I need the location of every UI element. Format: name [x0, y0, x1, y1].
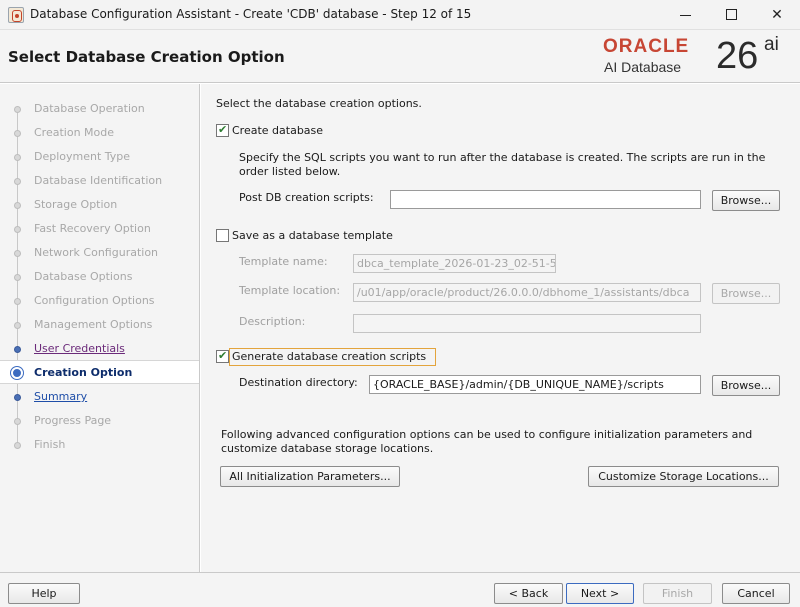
window-title: Database Configuration Assistant - Creat… — [30, 7, 472, 21]
close-button[interactable]: ✕ — [754, 0, 800, 30]
template-name-label: Template name: — [239, 255, 328, 268]
generate-scripts-label: Generate database creation scripts — [232, 350, 427, 363]
nav-step-label: Storage Option — [34, 198, 118, 211]
step-indicator-icon — [14, 274, 21, 281]
app-icon — [8, 7, 24, 23]
nav-step-label: Creation Mode — [34, 126, 115, 139]
nav-step-network-configuration: Network Configuration — [0, 241, 199, 265]
step-indicator-icon — [14, 418, 21, 425]
product-name: AI Database — [604, 59, 682, 75]
nav-step-label: Fast Recovery Option — [34, 222, 151, 235]
nav-step-label: Database Identification — [34, 174, 163, 187]
step-indicator-icon — [14, 394, 21, 401]
close-icon: ✕ — [771, 7, 783, 23]
nav-step-label: Summary — [34, 390, 88, 403]
wizard-footer: Help < Back Next > Finish Cancel — [0, 572, 800, 607]
save-template-checkbox[interactable] — [216, 229, 229, 242]
step-indicator-icon — [14, 202, 21, 209]
nav-step-label: User Credentials — [34, 342, 125, 355]
oracle-logo: ORACLE — [603, 36, 690, 57]
create-database-label: Create database — [232, 124, 324, 137]
nav-step-label: Database Options — [34, 270, 133, 283]
step-indicator-icon — [14, 130, 21, 137]
step-indicator-icon — [14, 154, 21, 161]
step-navigation: Database Operation Creation Mode Deploymen… — [0, 84, 200, 572]
template-location-browse-button[interactable]: Browse... — [712, 283, 780, 304]
nav-step-creation-mode: Creation Mode — [0, 121, 199, 145]
minimize-button[interactable] — [662, 0, 708, 30]
step-indicator-icon — [11, 367, 23, 379]
nav-step-label: Progress Page — [34, 414, 112, 427]
template-location-input[interactable]: /u01/app/oracle/product/26.0.0.0/dbhome_… — [353, 283, 701, 302]
nav-step-finish: Finish — [0, 433, 199, 457]
finish-button[interactable]: Finish — [643, 583, 712, 604]
step-indicator-icon — [14, 106, 21, 113]
back-button[interactable]: < Back — [494, 583, 563, 604]
step-indicator-icon — [14, 226, 21, 233]
step-header: Select Database Creation Option ORACLE A… — [0, 30, 800, 83]
all-init-params-button[interactable]: All Initialization Parameters... — [220, 466, 400, 487]
nav-step-label: Finish — [34, 438, 66, 451]
maximize-icon — [726, 9, 737, 20]
create-database-checkbox[interactable] — [216, 123, 229, 137]
step-indicator-icon — [14, 346, 21, 353]
post-scripts-input[interactable] — [390, 190, 701, 209]
nav-step-label: Database Operation — [34, 102, 145, 115]
intro-text: Select the database creation options. — [216, 97, 422, 110]
nav-step-summary[interactable]: Summary — [0, 385, 199, 409]
window-titlebar: Database Configuration Assistant - Creat… — [0, 0, 800, 30]
maximize-button[interactable] — [708, 0, 754, 30]
nav-step-management-options: Management Options — [0, 313, 199, 337]
step-indicator-icon — [14, 178, 21, 185]
destination-browse-button[interactable]: Browse... — [712, 375, 780, 396]
nav-step-label: Creation Option — [34, 366, 133, 379]
main-panel: Select the database creation options. Cr… — [201, 84, 800, 572]
help-button[interactable]: Help — [8, 583, 80, 604]
nav-step-user-credentials[interactable]: User Credentials — [0, 337, 199, 361]
template-name-input[interactable]: dbca_template_2026-01-23_02-51-5 — [353, 254, 556, 273]
nav-step-label: Deployment Type — [34, 150, 131, 163]
cancel-button[interactable]: Cancel — [722, 583, 790, 604]
nav-step-fast-recovery-option: Fast Recovery Option — [0, 217, 199, 241]
product-version-suffix: ai — [764, 34, 779, 55]
post-scripts-browse-button[interactable]: Browse... — [712, 190, 780, 211]
product-version: 26 — [716, 35, 759, 77]
post-scripts-description: Specify the SQL scripts you want to run … — [239, 151, 766, 178]
save-template-label: Save as a database template — [232, 229, 393, 242]
nav-step-database-operation: Database Operation — [0, 97, 199, 121]
page-title: Select Database Creation Option — [8, 48, 285, 66]
template-description-label: Description: — [239, 315, 306, 328]
nav-step-progress-page: Progress Page — [0, 409, 199, 433]
nav-step-label: Management Options — [34, 318, 153, 331]
step-indicator-icon — [14, 322, 21, 329]
nav-step-storage-option: Storage Option — [0, 193, 199, 217]
advanced-options-text: Following advanced configuration options… — [221, 428, 753, 455]
nav-step-database-options: Database Options — [0, 265, 199, 289]
nav-step-label: Network Configuration — [34, 246, 159, 259]
destination-directory-input[interactable]: {ORACLE_BASE}/admin/{DB_UNIQUE_NAME}/scr… — [369, 375, 701, 394]
generate-scripts-checkbox[interactable] — [216, 349, 229, 363]
nav-step-database-identification: Database Identification — [0, 169, 199, 193]
next-button[interactable]: Next > — [566, 583, 634, 604]
minimize-icon — [680, 15, 691, 16]
template-location-label: Template location: — [239, 284, 341, 297]
nav-step-label: Configuration Options — [34, 294, 155, 307]
customize-storage-button[interactable]: Customize Storage Locations... — [588, 466, 779, 487]
nav-step-configuration-options: Configuration Options — [0, 289, 199, 313]
post-scripts-label: Post DB creation scripts: — [239, 191, 374, 204]
step-indicator-icon — [14, 298, 21, 305]
template-description-input[interactable] — [353, 314, 701, 333]
step-indicator-icon — [14, 250, 21, 257]
nav-step-deployment-type: Deployment Type — [0, 145, 199, 169]
step-indicator-icon — [14, 442, 21, 449]
nav-step-creation-option: Creation Option — [0, 360, 199, 384]
destination-directory-label: Destination directory: — [239, 376, 358, 389]
